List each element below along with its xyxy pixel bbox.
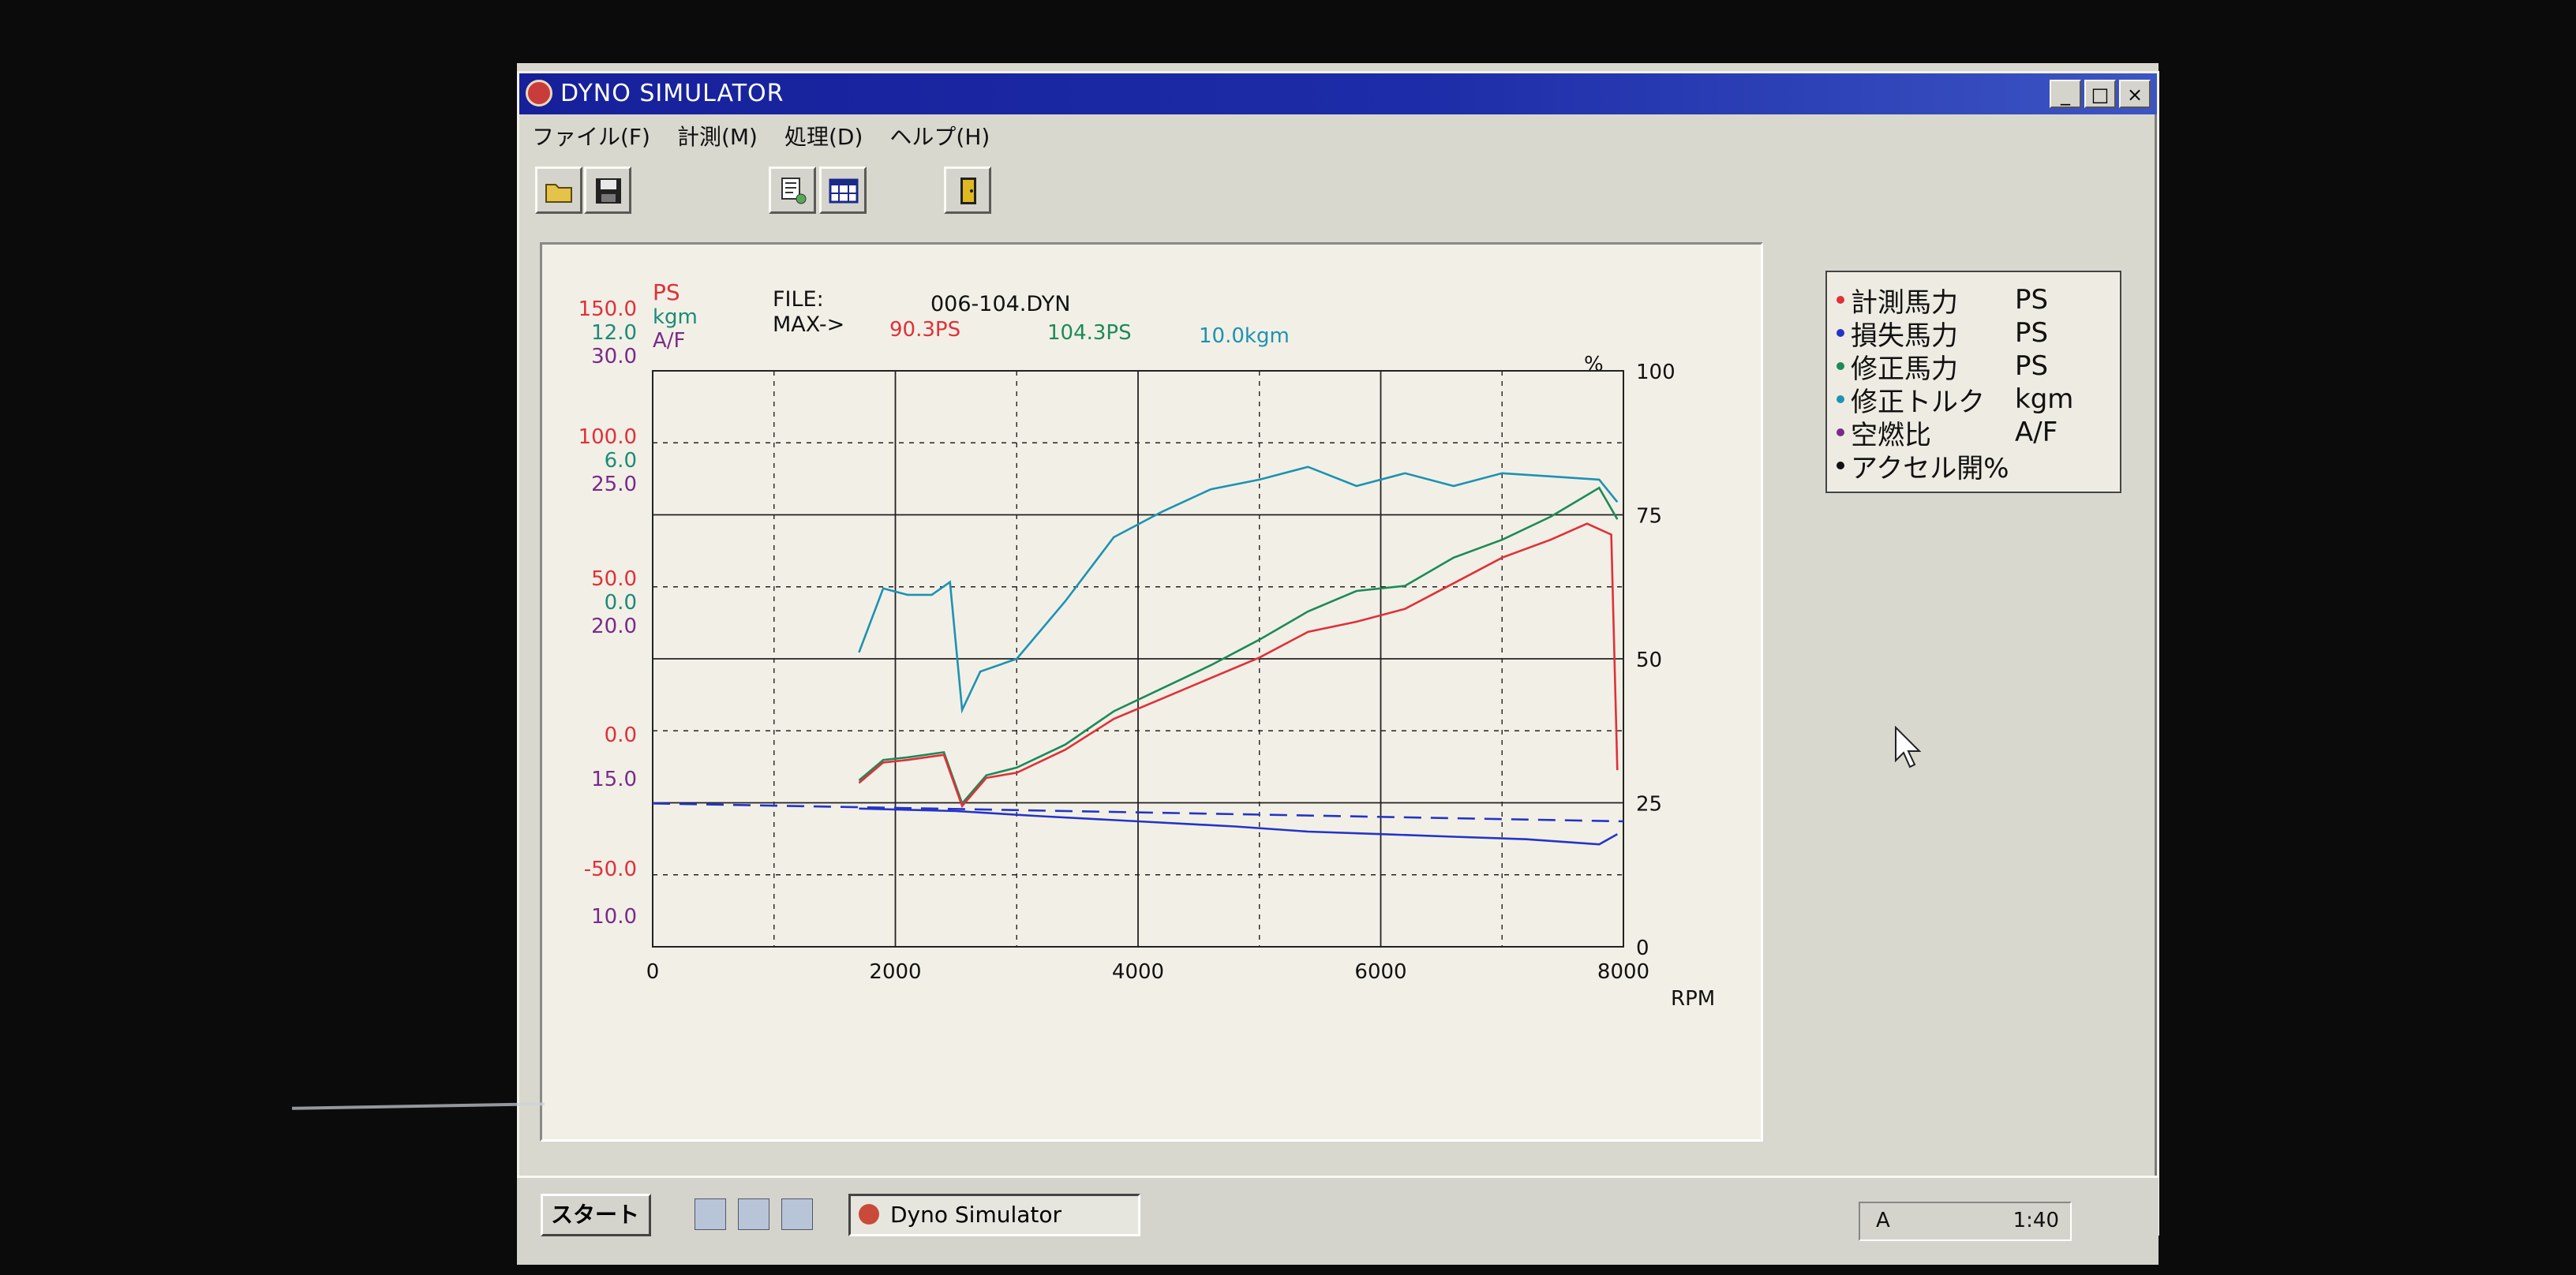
close-button[interactable]: × [2119,80,2151,108]
rpm-unit-label: RPM [1671,987,1715,1011]
kgm-tick-label: 6.0 [605,449,637,473]
app-window: DYNO SIMULATOR _ □ × ファイル(F) 計測(M) 処理(D)… [517,71,2159,1236]
series-line [859,807,1618,846]
af-tick-label: 20.0 [591,615,637,638]
kgm-unit-label: kgm [653,305,698,329]
legend-item: 修正トルク kgm [1837,383,2110,418]
table-icon [829,178,859,204]
print-icon [781,178,807,204]
af-tick-label: 15.0 [591,768,637,791]
percent-tick-label: 75 [1636,505,1662,529]
exit-button[interactable] [944,166,991,214]
percent-tick-label: 25 [1636,793,1662,817]
open-button[interactable] [535,166,582,214]
exit-door-icon [960,178,976,204]
menu-process[interactable]: 処理(D) [784,120,863,151]
max-label: MAX-> [773,312,844,337]
open-folder-icon [545,184,572,203]
start-button[interactable]: スタート [541,1194,651,1236]
ps-tick-label: -50.0 [584,858,637,881]
legend-dot [1837,296,1844,304]
af-tick-label: 25.0 [591,473,637,496]
file-name: 006-104.DYN [930,292,1070,316]
percent-unit-label: % [1584,353,1604,376]
file-label: FILE: [773,287,824,312]
quicklaunch-desktop-icon[interactable] [695,1198,726,1230]
max-corrected-power: 104.3PS [1047,321,1132,345]
menu-file[interactable]: ファイル(F) [532,120,650,151]
legend-item: 損失馬力 PS [1837,316,2110,352]
legend-item: 修正馬力 PS [1837,350,2110,385]
x-tick-label: 4000 [1112,960,1164,984]
dyno-app-icon [859,1204,879,1225]
x-tick-label: 6000 [1354,960,1406,984]
max-torque: 10.0kgm [1199,324,1290,348]
ps-tick-label: 0.0 [605,723,637,747]
af-tick-label: 10.0 [591,905,637,929]
legend-unit: kgm [2015,383,2074,415]
percent-tick-label: 50 [1636,649,1662,672]
legend-unit: PS [2015,284,2049,316]
legend-unit: PS [2015,317,2049,349]
ps-unit-label: PS [653,279,680,305]
af-unit-label: A/F [653,329,686,353]
taskbar: スタート Dyno Simulator A 1:40 [517,1176,2159,1265]
legend: 計測馬力 PS 損失馬力 PS 修正馬力 PS 修正トルク kgm 空燃比 A/… [1825,271,2121,493]
print-button[interactable] [769,166,816,214]
kgm-tick-label: 12.0 [591,321,637,345]
toolbar [526,160,2151,219]
x-tick-label: 0 [646,960,660,984]
max-measured-power: 90.3PS [889,318,960,342]
legend-unit: A/F [2015,417,2058,448]
taskbar-dyno-simulator[interactable]: Dyno Simulator [848,1194,1140,1236]
quicklaunch-explorer-icon[interactable] [738,1198,769,1230]
mouse-cursor-icon [1895,726,1922,768]
save-disk-icon [596,178,621,204]
af-tick-label: 30.0 [591,345,637,368]
maximize-button[interactable]: □ [2084,80,2116,108]
percent-tick-label: 100 [1636,361,1676,384]
window-title: DYNO SIMULATOR [560,80,784,107]
series-line [858,486,1619,806]
kgm-tick-label: 0.0 [605,591,637,615]
clock: 1:40 [2012,1209,2059,1232]
legend-dot [1837,428,1844,436]
task-label: Dyno Simulator [890,1202,1062,1228]
legend-unit: PS [2015,350,2049,382]
dyno-chart: PS kgm A/F FILE: 006-104.DYN MAX-> 90.3P… [578,279,1716,1011]
menu-measure[interactable]: 計測(M) [677,120,758,151]
save-button[interactable] [584,166,631,214]
table-button[interactable] [819,166,867,214]
ps-tick-label: 100.0 [578,425,637,449]
minimize-button[interactable]: _ [2050,80,2081,108]
title-bar[interactable]: DYNO SIMULATOR _ □ × [519,73,2157,114]
quicklaunch-app-icon[interactable] [781,1198,813,1230]
series-line [858,522,1619,809]
x-tick-label: 8000 [1597,960,1649,984]
percent-tick-label: 0 [1636,937,1649,960]
series-line [858,466,1619,714]
crt-screen: DYNO SIMULATOR _ □ × ファイル(F) 計測(M) 処理(D)… [517,63,2159,1265]
legend-item: アクセル開% [1837,449,2110,484]
legend-label: アクセル開% [1851,452,2009,484]
x-tick-label: 2000 [869,960,921,984]
menu-help[interactable]: ヘルプ(H) [889,120,990,151]
legend-dot [1837,462,1844,469]
app-icon[interactable] [526,80,552,107]
dyno-graph-panel: PS kgm A/F FILE: 006-104.DYN MAX-> 90.3P… [540,242,1763,1142]
screen-glare [291,1102,545,1110]
ps-tick-label: 50.0 [591,567,637,591]
legend-item: 空燃比 A/F [1837,416,2110,451]
menu-bar: ファイル(F) 計測(M) 処理(D) ヘルプ(H) [519,116,2157,155]
ps-tick-label: 150.0 [578,297,637,321]
legend-dot [1837,395,1844,403]
legend-dot [1837,362,1844,370]
legend-dot [1837,329,1844,337]
legend-item: 計測馬力 PS [1837,283,2110,319]
system-tray: A 1:40 [1859,1202,2072,1241]
ime-indicator[interactable]: A [1876,1203,1890,1238]
